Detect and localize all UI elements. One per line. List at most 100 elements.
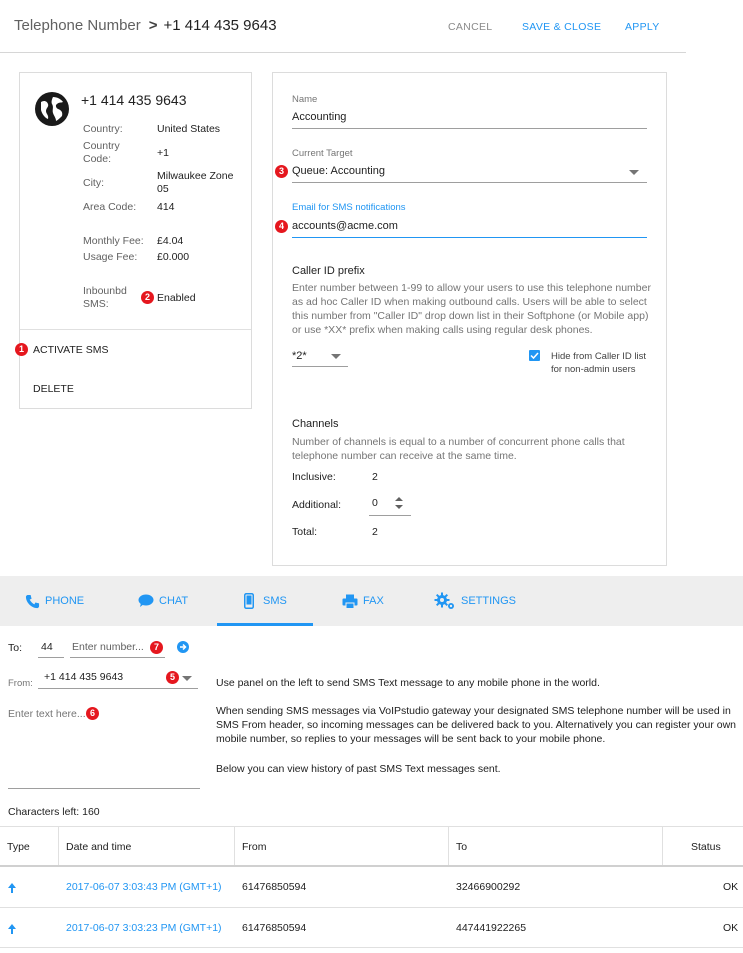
additional-underline (369, 515, 411, 516)
annotation-badge-2: 2 (141, 291, 154, 304)
column-divider (234, 827, 235, 865)
globe-icon (35, 92, 69, 126)
monthly-fee-value: £4.04 (157, 235, 184, 247)
to-country-code-input[interactable]: 44 (41, 641, 53, 653)
name-input[interactable]: Accounting (292, 111, 346, 123)
to-label: To: (8, 642, 23, 654)
country-code-label: Country Code: (83, 140, 120, 165)
sms-text-underline (8, 788, 200, 789)
country-label: Country: (83, 123, 123, 135)
prefix-select[interactable]: *2* (292, 350, 307, 362)
row-from: 61476850594 (242, 922, 307, 934)
additional-input[interactable]: 0 (372, 497, 378, 509)
fax-printer-icon (342, 594, 358, 609)
name-label: Name (292, 94, 318, 105)
tab-fax-label: FAX (363, 595, 384, 607)
to-code-underline (38, 657, 64, 658)
characters-left: Characters left: 160 (8, 806, 100, 818)
row-date[interactable]: 2017-06-07 3:03:43 PM (GMT+1) (66, 881, 222, 893)
phone-number-title: +1 414 435 9643 (81, 92, 187, 108)
column-header-to[interactable]: To (456, 841, 467, 853)
tab-settings[interactable]: SETTINGS (434, 576, 516, 626)
name-underline (292, 128, 647, 129)
usage-fee-label: Usage Fee: (83, 251, 138, 263)
chat-bubble-icon (138, 594, 154, 607)
row-divider (0, 907, 743, 908)
table-top-border (0, 826, 743, 827)
email-input[interactable]: accounts@acme.com (292, 220, 398, 232)
hide-callerid-checkbox[interactable] (529, 350, 540, 361)
prefix-underline (292, 366, 348, 367)
annotation-badge-1: 1 (15, 343, 28, 356)
row-divider (0, 947, 743, 948)
monthly-fee-label: Monthly Fee: (83, 235, 144, 247)
page-header: Telephone Number > +1 414 435 9643 CANCEL … (0, 0, 686, 53)
column-header-date[interactable]: Date and time (66, 841, 131, 853)
row-status: OK (723, 922, 739, 934)
column-header-from[interactable]: From (242, 841, 267, 853)
inbound-sms-value: Enabled (157, 292, 196, 304)
outgoing-arrow-icon (8, 924, 16, 934)
tab-chat[interactable]: CHAT (138, 576, 188, 626)
total-label: Total: (292, 526, 318, 538)
outgoing-arrow-icon (8, 883, 16, 893)
column-header-type[interactable]: Type (7, 841, 30, 853)
to-number-input[interactable]: Enter number... (72, 641, 144, 653)
hide-callerid-label: Hide from Caller ID list for non-admin u… (551, 351, 647, 375)
sms-text-input[interactable]: Enter text here... (8, 708, 86, 720)
target-label: Current Target (292, 148, 353, 159)
breadcrumb-separator: > (148, 17, 158, 34)
country-value: United States (157, 123, 221, 135)
chevron-down-icon[interactable] (629, 170, 639, 175)
checkmark-icon (530, 352, 539, 360)
country-code-value: +1 (157, 147, 169, 159)
city-value: Milwaukee Zone 05 (157, 170, 234, 195)
row-status: OK (723, 881, 739, 893)
bottom-tab-bar: PHONE CHAT SMS FAX SETTINGS (0, 576, 743, 626)
from-select[interactable]: +1 414 435 9643 (44, 671, 123, 683)
tab-phone-label: PHONE (45, 595, 85, 607)
row-to: 447441922265 (456, 922, 527, 934)
tab-phone[interactable]: PHONE (25, 576, 84, 626)
tab-settings-label: SETTINGS (461, 595, 517, 607)
save-close-button[interactable]: SAVE & CLOSE (522, 21, 601, 33)
annotation-badge-4: 4 (275, 220, 288, 233)
send-arrow-icon[interactable] (177, 641, 189, 653)
cancel-button[interactable]: CANCEL (448, 21, 492, 33)
gears-icon (434, 592, 454, 609)
chevron-down-icon[interactable] (182, 676, 192, 681)
callerid-description: Enter number between 1-99 to allow your … (292, 282, 651, 336)
breadcrumb-parent[interactable]: Telephone Number (14, 17, 141, 34)
channels-title: Channels (292, 418, 339, 430)
area-code-label: Area Code: (83, 201, 137, 213)
stepper-arrows-icon[interactable] (394, 495, 404, 511)
tab-sms[interactable]: SMS (244, 576, 287, 626)
area-code-value: 414 (157, 201, 175, 213)
city-label: City: (83, 177, 104, 189)
row-date[interactable]: 2017-06-07 3:03:23 PM (GMT+1) (66, 922, 222, 934)
sms-info-line2: When sending SMS messages via VoIPstudio… (216, 705, 737, 745)
row-from: 61476850594 (242, 881, 307, 893)
apply-button[interactable]: APPLY (625, 21, 660, 33)
annotation-badge-5: 5 (166, 671, 179, 684)
callerid-title: Caller ID prefix (292, 265, 365, 277)
sms-info-line1: Use panel on the left to send SMS Text m… (216, 677, 600, 689)
activate-sms-button[interactable]: ACTIVATE SMS (33, 344, 108, 356)
tab-fax[interactable]: FAX (342, 576, 384, 626)
active-tab-indicator (217, 623, 313, 626)
column-divider (448, 827, 449, 865)
column-divider (662, 827, 663, 865)
mobile-phone-icon (244, 593, 254, 609)
chevron-down-icon[interactable] (331, 354, 341, 359)
card-divider (20, 329, 251, 330)
column-header-status[interactable]: Status (691, 841, 721, 853)
channels-description: Number of channels is equal to a number … (292, 436, 625, 462)
email-underline (292, 237, 647, 238)
usage-fee-value: £0.000 (157, 251, 190, 263)
inclusive-value: 2 (372, 471, 378, 483)
tab-sms-label: SMS (263, 595, 287, 607)
delete-button[interactable]: DELETE (33, 383, 74, 395)
from-label: From: (8, 678, 33, 689)
tab-chat-label: CHAT (159, 595, 189, 607)
target-select[interactable]: Queue: Accounting (292, 165, 385, 177)
